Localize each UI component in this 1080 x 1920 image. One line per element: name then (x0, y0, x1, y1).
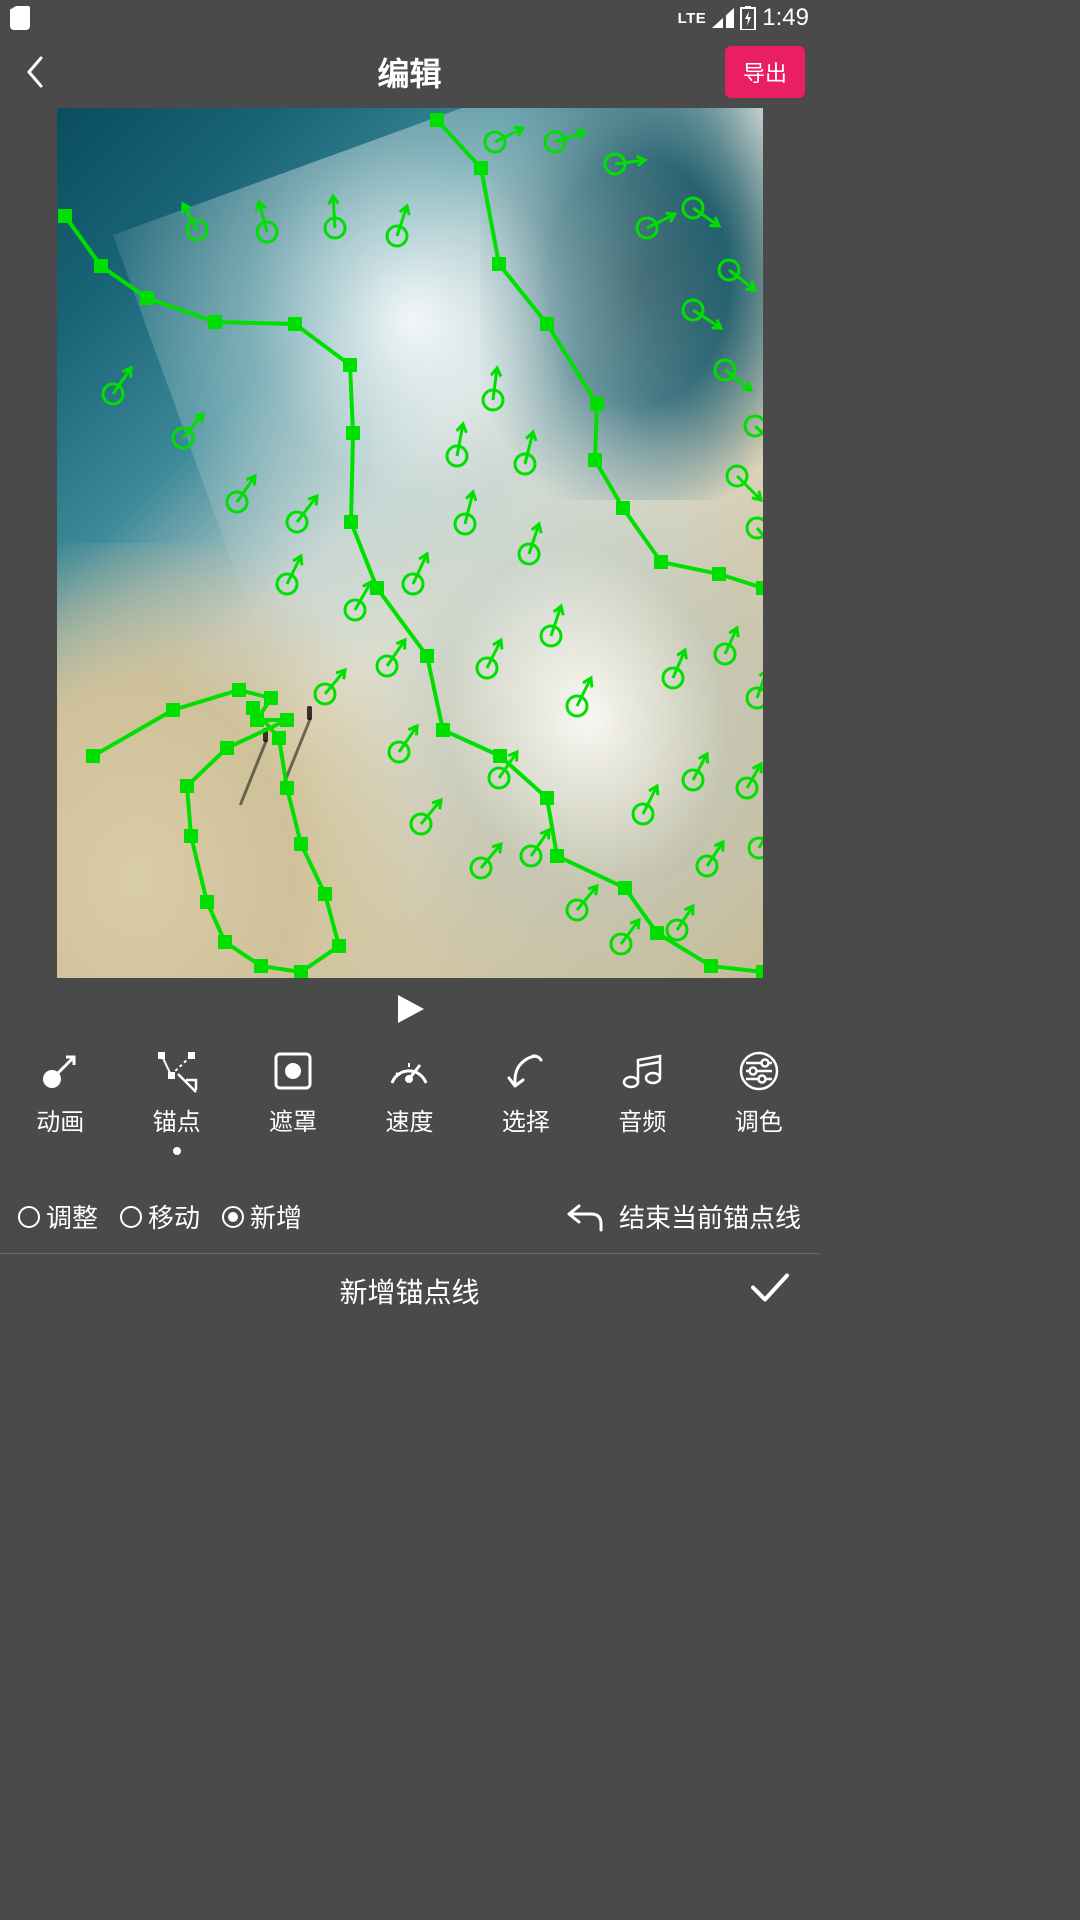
playback-row (0, 978, 819, 1044)
anchor-icon (154, 1048, 200, 1094)
speed-icon (386, 1048, 432, 1094)
end-anchor-line-label: 结束当前锚点线 (619, 1198, 801, 1235)
radio-icon (120, 1206, 142, 1228)
undo-icon (565, 1200, 605, 1234)
bottom-action-label: 新增锚点线 (339, 1271, 479, 1311)
back-button[interactable] (14, 52, 54, 92)
check-icon (749, 1272, 791, 1304)
play-icon (392, 991, 428, 1027)
radio-icon (18, 1206, 40, 1228)
radio-icon (222, 1206, 244, 1228)
clock: 1:49 (762, 4, 809, 32)
tool-label: 动画 (36, 1102, 84, 1137)
export-button[interactable]: 导出 (725, 46, 805, 98)
header: 编辑 导出 (0, 36, 819, 108)
tool-animation[interactable]: 动画 (2, 1044, 118, 1137)
mode-row: 调整 移动 新增 结束当前锚点线 (0, 1180, 819, 1254)
select-icon (503, 1048, 549, 1094)
tool-speed[interactable]: 速度 (351, 1044, 467, 1137)
tool-select[interactable]: 选择 (468, 1044, 584, 1137)
signal-icon (712, 8, 734, 28)
confirm-button[interactable] (749, 1272, 791, 1311)
tool-label: 调色 (735, 1102, 783, 1137)
active-indicator-dot (173, 1147, 181, 1155)
battery-charging-icon (740, 6, 756, 30)
mode-option-新增[interactable]: 新增 (222, 1198, 302, 1235)
tool-label: 锚点 (153, 1102, 201, 1137)
end-anchor-line-button[interactable]: 结束当前锚点线 (565, 1198, 801, 1235)
tool-label: 选择 (502, 1102, 550, 1137)
tool-mask[interactable]: 遮罩 (235, 1044, 351, 1137)
editor-canvas[interactable] (57, 108, 763, 978)
tool-label: 音频 (618, 1102, 666, 1137)
tool-anchor[interactable]: 锚点 (118, 1044, 234, 1155)
chevron-left-icon (23, 54, 45, 90)
mode-label: 新增 (250, 1198, 302, 1235)
color-icon (736, 1048, 782, 1094)
tool-label: 遮罩 (269, 1102, 317, 1137)
page-title: 编辑 (377, 49, 441, 95)
mode-option-调整[interactable]: 调整 (18, 1198, 98, 1235)
audio-icon (619, 1048, 665, 1094)
tool-label: 速度 (385, 1102, 433, 1137)
animation-icon (37, 1048, 83, 1094)
mode-label: 调整 (46, 1198, 98, 1235)
play-button[interactable] (392, 991, 428, 1032)
mask-icon (270, 1048, 316, 1094)
bottom-action-row: 新增锚点线 (0, 1254, 819, 1328)
tool-color[interactable]: 调色 (701, 1044, 817, 1137)
network-label: LTE (678, 10, 707, 27)
sd-card-icon (10, 6, 30, 30)
tool-bar: 动画 锚点 遮罩 速度 选择 音频 调色 (0, 1044, 819, 1180)
tool-audio[interactable]: 音频 (584, 1044, 700, 1137)
status-bar: LTE 1:49 (0, 0, 819, 36)
mode-label: 移动 (148, 1198, 200, 1235)
mode-option-移动[interactable]: 移动 (120, 1198, 200, 1235)
